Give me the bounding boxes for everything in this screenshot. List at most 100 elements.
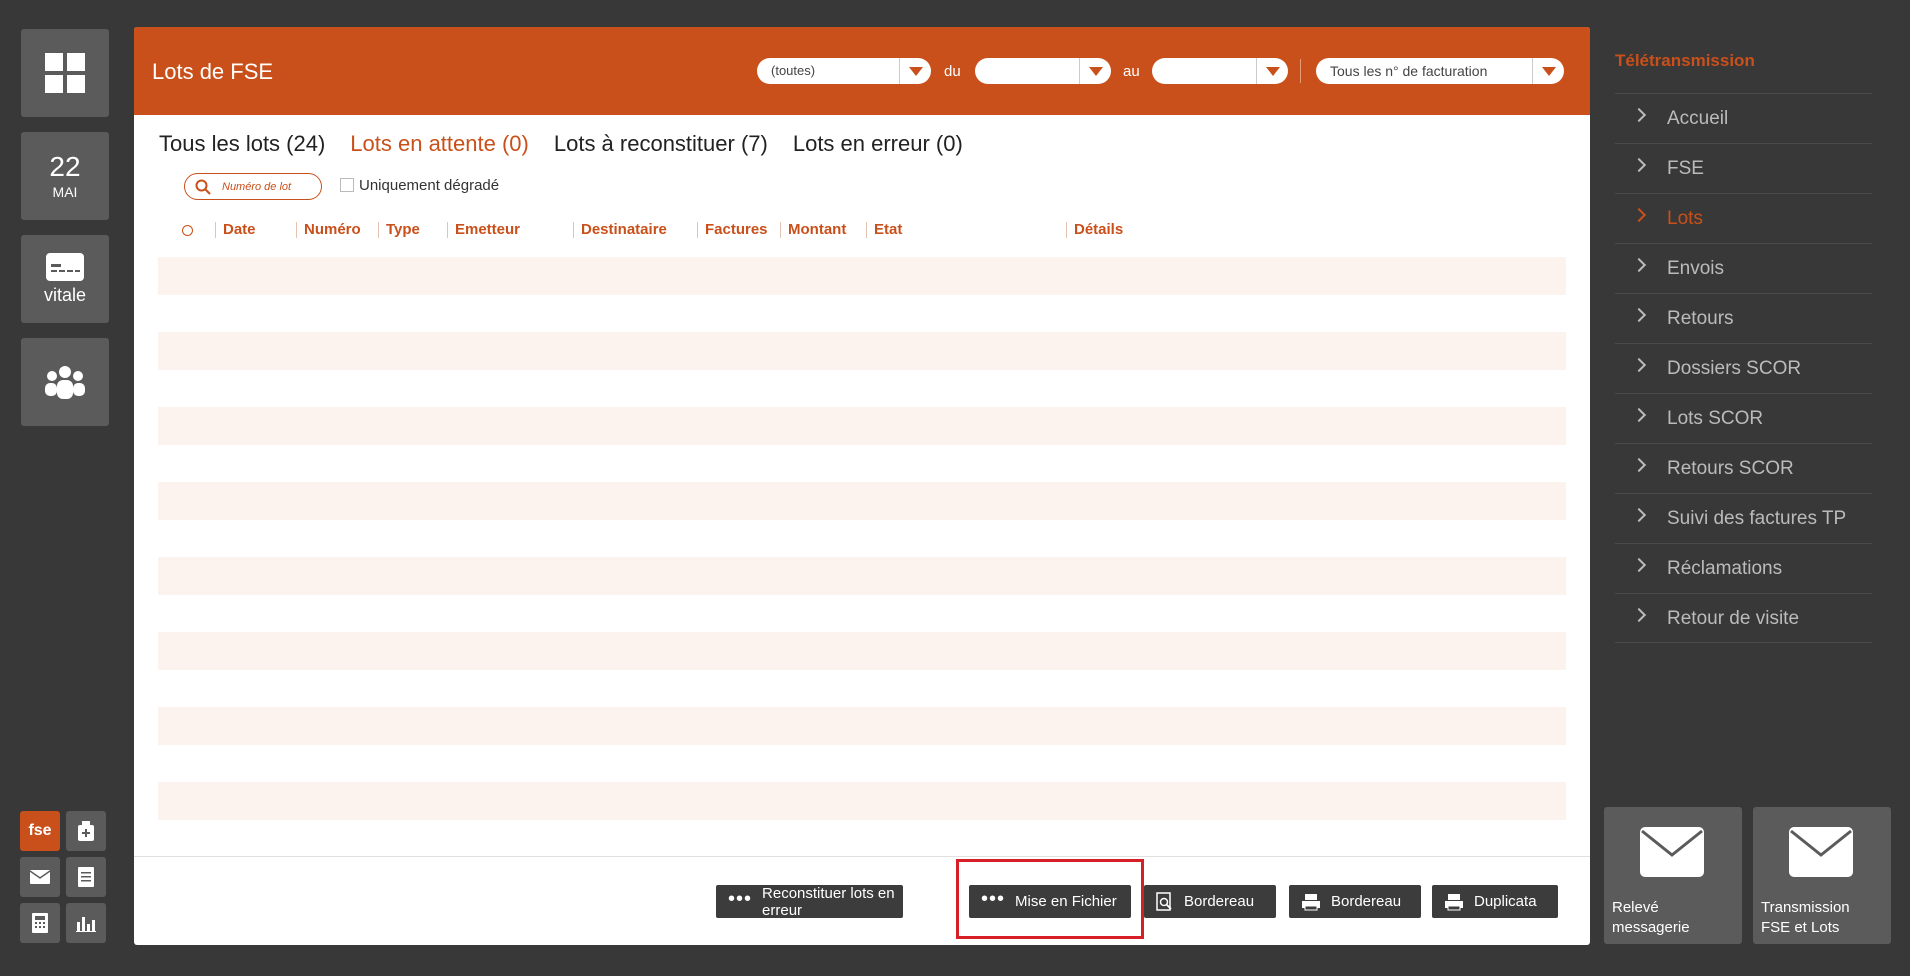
table-row [158,257,1566,295]
tab-error-lots[interactable]: Lots en erreur (0) [793,131,963,157]
nav-item-label: Réclamations [1667,558,1783,579]
nav-item-lots[interactable]: Lots [1615,193,1872,243]
users-group-icon [45,366,85,399]
tab-rebuild-lots[interactable]: Lots à reconstituer (7) [554,131,768,157]
nav-item-fse[interactable]: FSE [1615,143,1872,193]
col-destinataire[interactable]: Destinataire [581,221,667,238]
nav-item-label: Retours [1667,308,1734,329]
printer-icon [1301,893,1321,911]
nav-item-label: Dossiers SCOR [1667,358,1802,379]
fse-shortcut[interactable]: fse [20,811,60,851]
facturation-select[interactable]: Tous les n° de facturation [1316,58,1564,84]
col-date[interactable]: Date [223,221,256,238]
medical-kit-shortcut[interactable] [66,811,106,851]
nav-item-envois[interactable]: Envois [1615,243,1872,293]
vitale-tile[interactable]: vitale [21,235,109,323]
nav-item-label: Retours SCOR [1667,458,1794,479]
chevron-right-icon [1631,607,1647,623]
tab-pending-lots[interactable]: Lots en attente (0) [350,131,529,157]
col-emetteur[interactable]: Emetteur [455,221,520,238]
document-icon [78,867,94,887]
more-dots-icon: ••• [981,887,1006,910]
search-placeholder: Numéro de lot [222,181,292,193]
tab-all-lots[interactable]: Tous les lots (24) [159,131,325,157]
header-divider [1300,59,1301,83]
col-numero[interactable]: Numéro [304,221,361,238]
transmission-tile[interactable]: Transmission FSE et Lots [1753,807,1891,944]
printer-icon [1444,893,1464,911]
nav-item-retour-de-visite[interactable]: Retour de visite [1615,593,1872,643]
teletransmission-nav: Accueil FSE Lots Envois Retours Dossiers SCOR… [1615,93,1872,643]
page-title: Lots de FSE [152,59,274,84]
chevron-down-icon [1532,58,1564,84]
dashboard-tile[interactable] [21,29,109,117]
nav-item-label: Retour de visite [1667,608,1800,629]
chevron-right-icon [1631,557,1647,573]
type-select-value: (toutes) [771,63,816,78]
fse-shortcut-label: fse [28,822,52,839]
nav-item-r-clamations[interactable]: Réclamations [1615,543,1872,593]
lot-number-search[interactable]: Numéro de lot [184,173,322,200]
date-from-select[interactable] [975,58,1111,84]
bordereau-preview-button[interactable]: Bordereau [1144,885,1276,918]
bar-chart-icon [76,917,96,932]
nav-item-lots-scor[interactable]: Lots SCOR [1615,393,1872,443]
chevron-right-icon [1631,457,1647,473]
releve-messagerie-tile[interactable]: Relevé messagerie [1604,807,1742,944]
calculator-shortcut[interactable] [20,903,60,943]
nav-item-label: Envois [1667,258,1725,279]
table-row [158,707,1566,745]
stats-shortcut[interactable] [66,903,106,943]
reconstituer-button[interactable]: ••• Reconstituer lots en erreur [716,884,903,919]
nav-item-retours-scor[interactable]: Retours SCOR [1615,443,1872,493]
vitale-label: vitale [43,284,87,305]
date-to-select[interactable] [1152,58,1288,84]
nav-item-accueil[interactable]: Accueil [1615,93,1872,143]
mise-en-fichier-button[interactable]: ••• Mise en Fichier [969,885,1131,918]
chevron-right-icon [1631,357,1647,373]
nav-item-label: FSE [1667,158,1704,179]
col-montant[interactable]: Montant [788,221,846,238]
document-shortcut[interactable] [66,857,106,897]
table-row [158,782,1566,820]
select-all-radio[interactable] [182,225,193,236]
nav-item-dossiers-scor[interactable]: Dossiers SCOR [1615,343,1872,393]
nav-title: Télétransmission [1615,51,1755,70]
mail-icon [30,870,50,884]
type-select[interactable]: (toutes) [757,58,931,84]
chevron-down-icon [899,58,931,84]
mise-en-fichier-label: Mise en Fichier [1015,893,1117,910]
col-details[interactable]: Détails [1074,221,1123,238]
nav-item-suivi-des-factures-tp[interactable]: Suivi des factures TP [1615,493,1872,543]
lots-panel: Lots de FSE (toutes) du au Tous les n° d… [134,27,1590,945]
table-header: Date Numéro Type Emetteur Destinataire F… [134,221,1590,241]
envelope-icon [1640,827,1704,877]
date-tile[interactable]: 22 MAI [21,132,109,220]
degrade-checkbox[interactable] [340,178,354,192]
nav-item-label: Lots SCOR [1667,408,1764,429]
degrade-label: Uniquement dégradé [359,177,500,194]
mail-shortcut[interactable] [20,857,60,897]
table-row [158,407,1566,445]
col-factures[interactable]: Factures [705,221,768,238]
duplicata-button[interactable]: Duplicata [1432,885,1558,918]
date-day: 22 [49,151,81,182]
chevron-right-icon [1631,257,1647,273]
reconstituer-label: Reconstituer lots en erreur [762,884,895,919]
chevron-right-icon [1631,157,1647,173]
nav-item-retours[interactable]: Retours [1615,293,1872,343]
medical-kit-icon [78,821,94,841]
chevron-right-icon [1631,307,1647,323]
calculator-icon [32,913,48,933]
col-etat[interactable]: Etat [874,221,902,238]
bordereau-print-label: Bordereau [1331,893,1402,910]
card-icon [46,252,84,281]
grid-icon [45,53,85,93]
patients-tile[interactable] [21,338,109,426]
bordereau-print-button[interactable]: Bordereau [1289,885,1421,918]
chevron-right-icon [1631,107,1647,123]
app-root: 22 MAI vitale fse Lots de FSE (toutes) d… [0,0,1910,976]
lots-tabs: Tous les lots (24) Lots en attente (0) L… [159,131,963,157]
chevron-right-icon [1631,407,1647,423]
col-type[interactable]: Type [386,221,420,238]
